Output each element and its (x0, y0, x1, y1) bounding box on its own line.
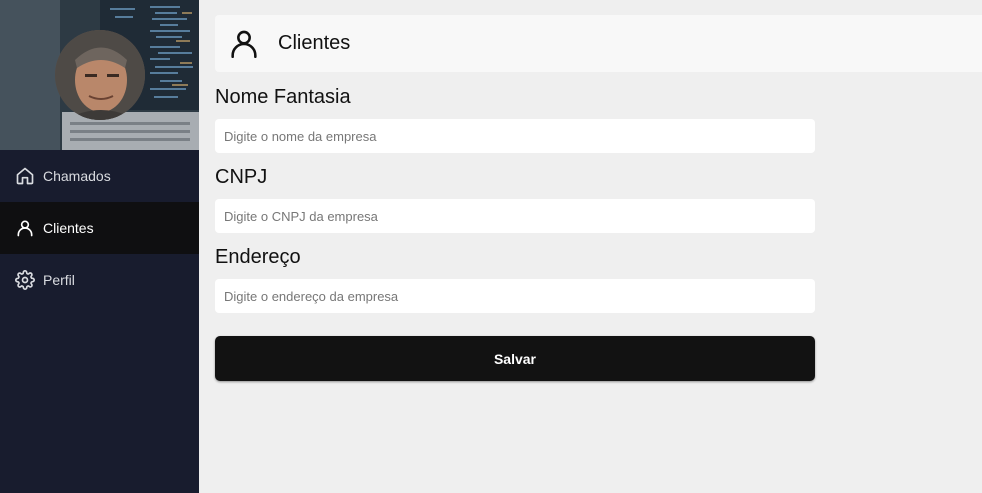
sidebar-item-label: Chamados (43, 168, 111, 184)
sidebar-item-label: Clientes (43, 220, 94, 236)
company-name-input[interactable] (215, 119, 815, 153)
cnpj-label: CNPJ (215, 166, 268, 188)
save-button[interactable]: Salvar (215, 336, 815, 381)
cnpj-input[interactable] (215, 199, 815, 233)
gear-icon (15, 270, 35, 290)
page-header: Clientes (215, 15, 982, 72)
sidebar-item-perfil[interactable]: Perfil (0, 254, 199, 306)
home-icon (15, 166, 35, 186)
address-label: Endereço (215, 246, 301, 268)
sidebar-item-label: Perfil (43, 272, 75, 288)
avatar (55, 30, 145, 120)
user-icon (15, 218, 35, 238)
name-label: Nome Fantasia (215, 86, 351, 108)
sidebar-item-chamados[interactable]: Chamados (0, 150, 199, 202)
sidebar: Chamados Clientes Perfil (0, 0, 199, 493)
page-title: Clientes (278, 32, 351, 54)
user-icon (227, 27, 261, 61)
sidebar-banner (0, 0, 199, 150)
address-input[interactable] (215, 279, 815, 313)
sidebar-item-clientes[interactable]: Clientes (0, 202, 199, 254)
